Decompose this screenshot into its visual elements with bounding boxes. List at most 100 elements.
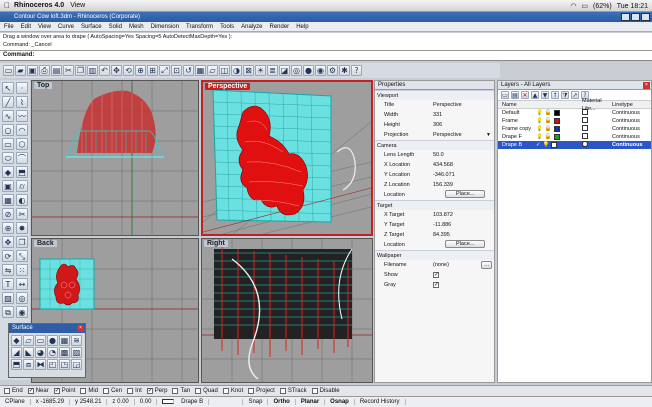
pan-icon[interactable]: ✥ (111, 65, 122, 76)
lightbulb-icon[interactable]: 💡 (543, 141, 550, 149)
osnap-checkbox[interactable]: ✓ (146, 388, 153, 394)
layer-linetype[interactable]: Continuous (612, 117, 651, 125)
new-icon[interactable]: ▭ (3, 65, 14, 76)
layer-linetype[interactable]: Continuous (612, 109, 651, 117)
rotate-icon[interactable]: ⟳ (2, 250, 14, 262)
snap-toggle[interactable]: Snap (243, 399, 269, 405)
prop-value[interactable]: 50.0 (431, 150, 494, 160)
osnap-cen[interactable]: Cen (103, 388, 122, 394)
osnap-checkbox[interactable]: ✓ (53, 388, 60, 394)
osnap-checkbox[interactable]: ✓ (27, 388, 34, 394)
browse-button[interactable]: ... (481, 261, 492, 269)
srf-drape-icon[interactable]: ▨ (71, 347, 82, 358)
srf-network-icon[interactable]: ▩ (59, 347, 70, 358)
options-icon[interactable]: ⚙ (327, 65, 338, 76)
properties-icon[interactable]: ◪ (279, 65, 290, 76)
osnap-checkbox[interactable] (172, 388, 179, 394)
layer-linetype[interactable]: Continuous (612, 133, 651, 141)
line-icon[interactable]: ╱ (2, 96, 14, 108)
prop-value[interactable]: -11.886 (431, 220, 494, 230)
save-icon[interactable]: ▣ (27, 65, 38, 76)
undo-view-icon[interactable]: ↺ (183, 65, 194, 76)
clock[interactable]: Tue 18:21 (617, 3, 648, 10)
osnap-tan[interactable]: Tan (172, 388, 190, 394)
menu-solid[interactable]: Solid (109, 24, 122, 30)
prop-value[interactable]: 331 (431, 110, 494, 120)
move-icon[interactable]: ✥ (2, 236, 14, 248)
col-name[interactable]: Name (498, 101, 536, 109)
maximize-button[interactable] (631, 13, 640, 21)
apple-icon[interactable]:  (0, 1, 14, 10)
command-input[interactable] (37, 52, 438, 58)
tools-icon[interactable]: ↗ (571, 91, 579, 99)
layer-name[interactable]: Drape F (498, 133, 536, 141)
copy-obj-icon[interactable]: ❐ (16, 236, 28, 248)
osnap-checkbox[interactable] (80, 388, 87, 394)
cplane-icon[interactable]: ▱ (207, 65, 218, 76)
shaded-icon[interactable]: ● (303, 65, 314, 76)
lock-icon[interactable]: 🔒 (545, 125, 552, 133)
boolean-icon[interactable]: ◐ (16, 194, 28, 206)
osnap-checkbox[interactable] (311, 388, 318, 394)
layer-color-swatch[interactable] (553, 126, 560, 132)
menu-file[interactable]: File (4, 24, 14, 30)
join-icon[interactable]: ⊕ (2, 222, 14, 234)
layer-row[interactable]: Frame copy 💡 🔒 Continuous (498, 124, 651, 133)
srf-extrude-icon[interactable]: ⬒ (11, 359, 22, 370)
osnap-checkbox[interactable] (222, 388, 229, 394)
osnap-checkbox[interactable] (103, 388, 110, 394)
copy-icon[interactable]: ❐ (75, 65, 86, 76)
srf-patch-icon[interactable]: ▦ (59, 335, 70, 346)
rectangle-icon[interactable]: ▭ (2, 138, 14, 150)
osnap-strack[interactable]: STrack (279, 388, 307, 394)
viewport-perspective[interactable]: Perspective (201, 80, 373, 236)
array-icon[interactable]: ⁙ (16, 264, 28, 276)
minimize-button[interactable] (621, 13, 630, 21)
lightbulb-icon[interactable]: 💡 (536, 109, 543, 117)
osnap-knot[interactable]: Knot (222, 388, 243, 394)
status-cplane[interactable]: CPlane (0, 399, 31, 405)
layer-row[interactable]: Drape F 💡 🔓 Continuous (498, 132, 651, 141)
new-layer-icon[interactable]: ▭ (501, 91, 509, 99)
lightbulb-icon[interactable]: 💡 (536, 117, 543, 125)
target-place-button[interactable]: Place... (445, 240, 486, 248)
viewport-label[interactable]: Perspective (205, 83, 251, 90)
open-icon[interactable]: ▰ (15, 65, 26, 76)
freeform-icon[interactable]: 〰 (16, 110, 28, 122)
menu-dimension[interactable]: Dimension (151, 24, 179, 30)
select-icon[interactable]: ↖ (2, 82, 14, 94)
render-tool-icon[interactable]: ◉ (16, 306, 28, 318)
prop-value[interactable]: 103.872 (431, 210, 494, 220)
layer-row-selected[interactable]: Drape B ✓ 💡 Continuous (498, 140, 651, 149)
record-history-toggle[interactable]: Record History (355, 399, 406, 405)
viewport-label[interactable]: Back (34, 240, 57, 247)
srf-sweep2-icon[interactable]: ◣ (23, 347, 34, 358)
close-icon[interactable]: × (77, 325, 84, 332)
layer-color-swatch[interactable] (553, 134, 560, 140)
viewport-label[interactable]: Right (204, 240, 228, 247)
explode-icon[interactable]: ✸ (16, 222, 28, 234)
layer-name[interactable]: Default (498, 109, 536, 117)
polygon-icon[interactable]: ⬡ (16, 138, 28, 150)
lightbulb-icon[interactable]: 💡 (536, 133, 543, 141)
undo-icon[interactable]: ↶ (99, 65, 110, 76)
layer-color-swatch[interactable] (553, 110, 560, 116)
cylinder-icon[interactable]: ⌭ (16, 180, 28, 192)
select-all-icon[interactable]: ◫ (219, 65, 230, 76)
osnap-checkbox[interactable] (4, 388, 10, 394)
hide-icon[interactable]: ◑ (231, 65, 242, 76)
lock-icon[interactable]: 🔓 (545, 109, 552, 117)
rotate-view-icon[interactable]: ⟲ (123, 65, 134, 76)
srf-revolve-icon[interactable]: ◕ (35, 347, 46, 358)
srf-untrim-icon[interactable]: ◲ (71, 359, 82, 370)
new-sublayer-icon[interactable]: ▤ (511, 91, 519, 99)
move-up-icon[interactable]: ▲ (531, 91, 539, 99)
osnap-perp[interactable]: ✓ Perp (146, 388, 167, 394)
print-icon[interactable]: ⎙ (39, 65, 50, 76)
prop-value[interactable]: 156.339 (431, 180, 494, 190)
layer-linetype[interactable]: Continuous (612, 125, 651, 133)
osnap-checkbox[interactable] (127, 388, 134, 394)
srf-edge-icon[interactable]: ▱ (23, 335, 34, 346)
status-layer[interactable]: Drape B (157, 398, 244, 406)
show-checkbox[interactable]: ✓ (433, 271, 439, 278)
